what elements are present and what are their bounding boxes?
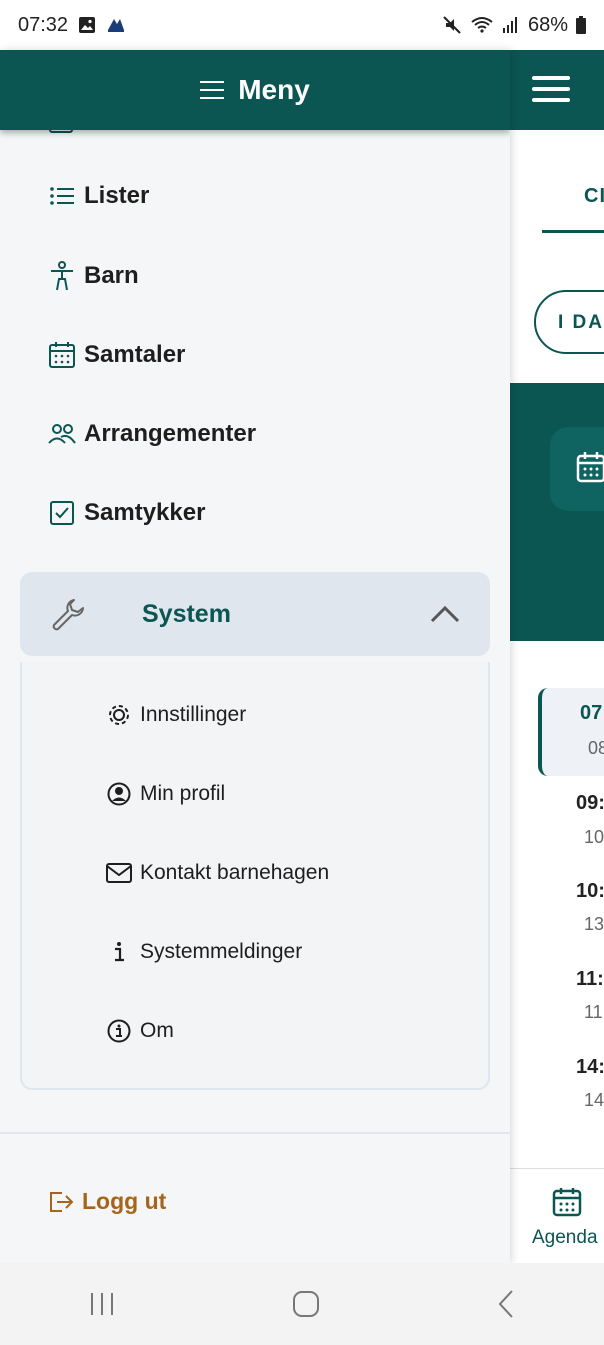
bottom-nav-agenda-label: Agenda	[532, 1227, 598, 1248]
drawer-header: Meny	[0, 50, 510, 130]
background-app: CI I DAG 07 08 09: 10 10: 13 11: 11 14: …	[510, 50, 604, 1263]
wifi-icon	[471, 17, 493, 33]
submenu-item-label: Innstillinger	[140, 703, 247, 726]
drawer-item-label: Arrangementer	[84, 420, 257, 447]
drawer-item-label: Lister	[84, 182, 150, 209]
logout-label: Logg ut	[82, 1188, 167, 1214]
submenu-item-label: Systemmeldinger	[140, 940, 303, 963]
submenu-item-om[interactable]: Om	[106, 1018, 174, 1044]
logout-button[interactable]: Logg ut	[48, 1188, 166, 1215]
submenu-item-label: Om	[140, 1019, 174, 1042]
submenu-item-label: Kontakt barnehagen	[140, 861, 330, 884]
background-tab-indicator	[542, 230, 604, 233]
agenda-end-time: 13	[584, 914, 604, 934]
drawer-item-label: Samtaler	[84, 341, 186, 368]
submenu-item-kontakt[interactable]: Kontakt barnehagen	[106, 860, 329, 886]
submenu-item-systemmeldinger[interactable]: Systemmeldinger	[106, 939, 302, 965]
drawer-item-barn[interactable]: Barn	[48, 261, 139, 291]
submenu-item-min-profil[interactable]: Min profil	[106, 781, 225, 807]
image-icon	[79, 17, 96, 33]
agenda-end-time: 11	[584, 1002, 603, 1022]
background-app-header	[510, 50, 604, 130]
info-letter-icon	[106, 939, 132, 965]
mute-icon	[443, 16, 461, 34]
profile-icon	[106, 781, 132, 807]
status-bar: 07:32 68%	[0, 0, 604, 50]
app-notification-icon	[108, 19, 125, 32]
back-icon[interactable]	[496, 1289, 516, 1319]
today-button[interactable]: I DAG	[534, 290, 604, 354]
battery-icon	[576, 16, 586, 34]
system-label: System	[142, 599, 231, 628]
mail-icon	[106, 860, 132, 886]
agenda-end-time: 08	[588, 738, 604, 758]
gear-icon	[106, 702, 132, 728]
checkbox-icon	[48, 499, 76, 527]
calendar-icon	[48, 341, 76, 369]
agenda-end-time: 14	[584, 1090, 604, 1110]
submenu-item-label: Min profil	[140, 782, 226, 805]
drawer-item-samtaler[interactable]: Samtaler	[48, 341, 185, 369]
calendar-icon	[552, 1188, 582, 1217]
drawer-divider	[0, 1132, 510, 1134]
banner-tile	[550, 427, 604, 511]
agenda-end-time: 10	[584, 827, 604, 847]
drawer-item-lister[interactable]: Lister	[48, 182, 149, 210]
drawer-item-label: Barn	[84, 262, 139, 289]
agenda-start-time: 09:	[576, 792, 604, 814]
agenda-start-time: 07	[580, 702, 603, 724]
system-submenu: Innstillinger Min profil Kontakt barneha…	[20, 662, 490, 1090]
submenu-item-innstillinger[interactable]: Innstillinger	[106, 702, 246, 728]
status-time: 07:32	[18, 13, 69, 36]
list-icon	[48, 182, 76, 210]
agenda-start-time: 10:	[576, 880, 604, 902]
group-icon	[48, 420, 76, 448]
drawer-title: Meny	[238, 74, 310, 105]
calendar-icon	[576, 452, 604, 483]
info-circle-icon	[106, 1018, 132, 1044]
navigation-drawer: Meny Lister Barn Samtaler Arrangementer …	[0, 50, 510, 1263]
background-banner	[510, 383, 604, 641]
background-tab-label[interactable]: CI	[584, 185, 604, 208]
bottom-nav-agenda[interactable]: Agenda	[510, 1168, 604, 1263]
menu-icon[interactable]	[200, 81, 225, 99]
home-icon[interactable]	[292, 1290, 320, 1318]
recent-apps-icon[interactable]	[88, 1291, 116, 1317]
child-icon	[48, 261, 76, 291]
agenda-start-time: 14:	[576, 1056, 604, 1078]
agenda-start-time: 11:	[576, 968, 604, 990]
system-section: System Innstillinger Min profil Kontakt …	[20, 572, 490, 1090]
drawer-item-arrangementer[interactable]: Arrangementer	[48, 420, 256, 448]
system-toggle[interactable]: System	[20, 572, 490, 656]
background-menu-icon[interactable]	[532, 76, 570, 102]
chevron-up-icon	[430, 605, 460, 623]
battery-percent: 68%	[527, 13, 568, 36]
wrench-icon	[52, 599, 84, 631]
drawer-item-label: Samtykker	[84, 499, 206, 526]
drawer-item-samtykker[interactable]: Samtykker	[48, 499, 205, 527]
signal-icon	[502, 17, 517, 33]
system-navigation-bar	[0, 1263, 604, 1345]
logout-icon	[50, 1191, 74, 1212]
